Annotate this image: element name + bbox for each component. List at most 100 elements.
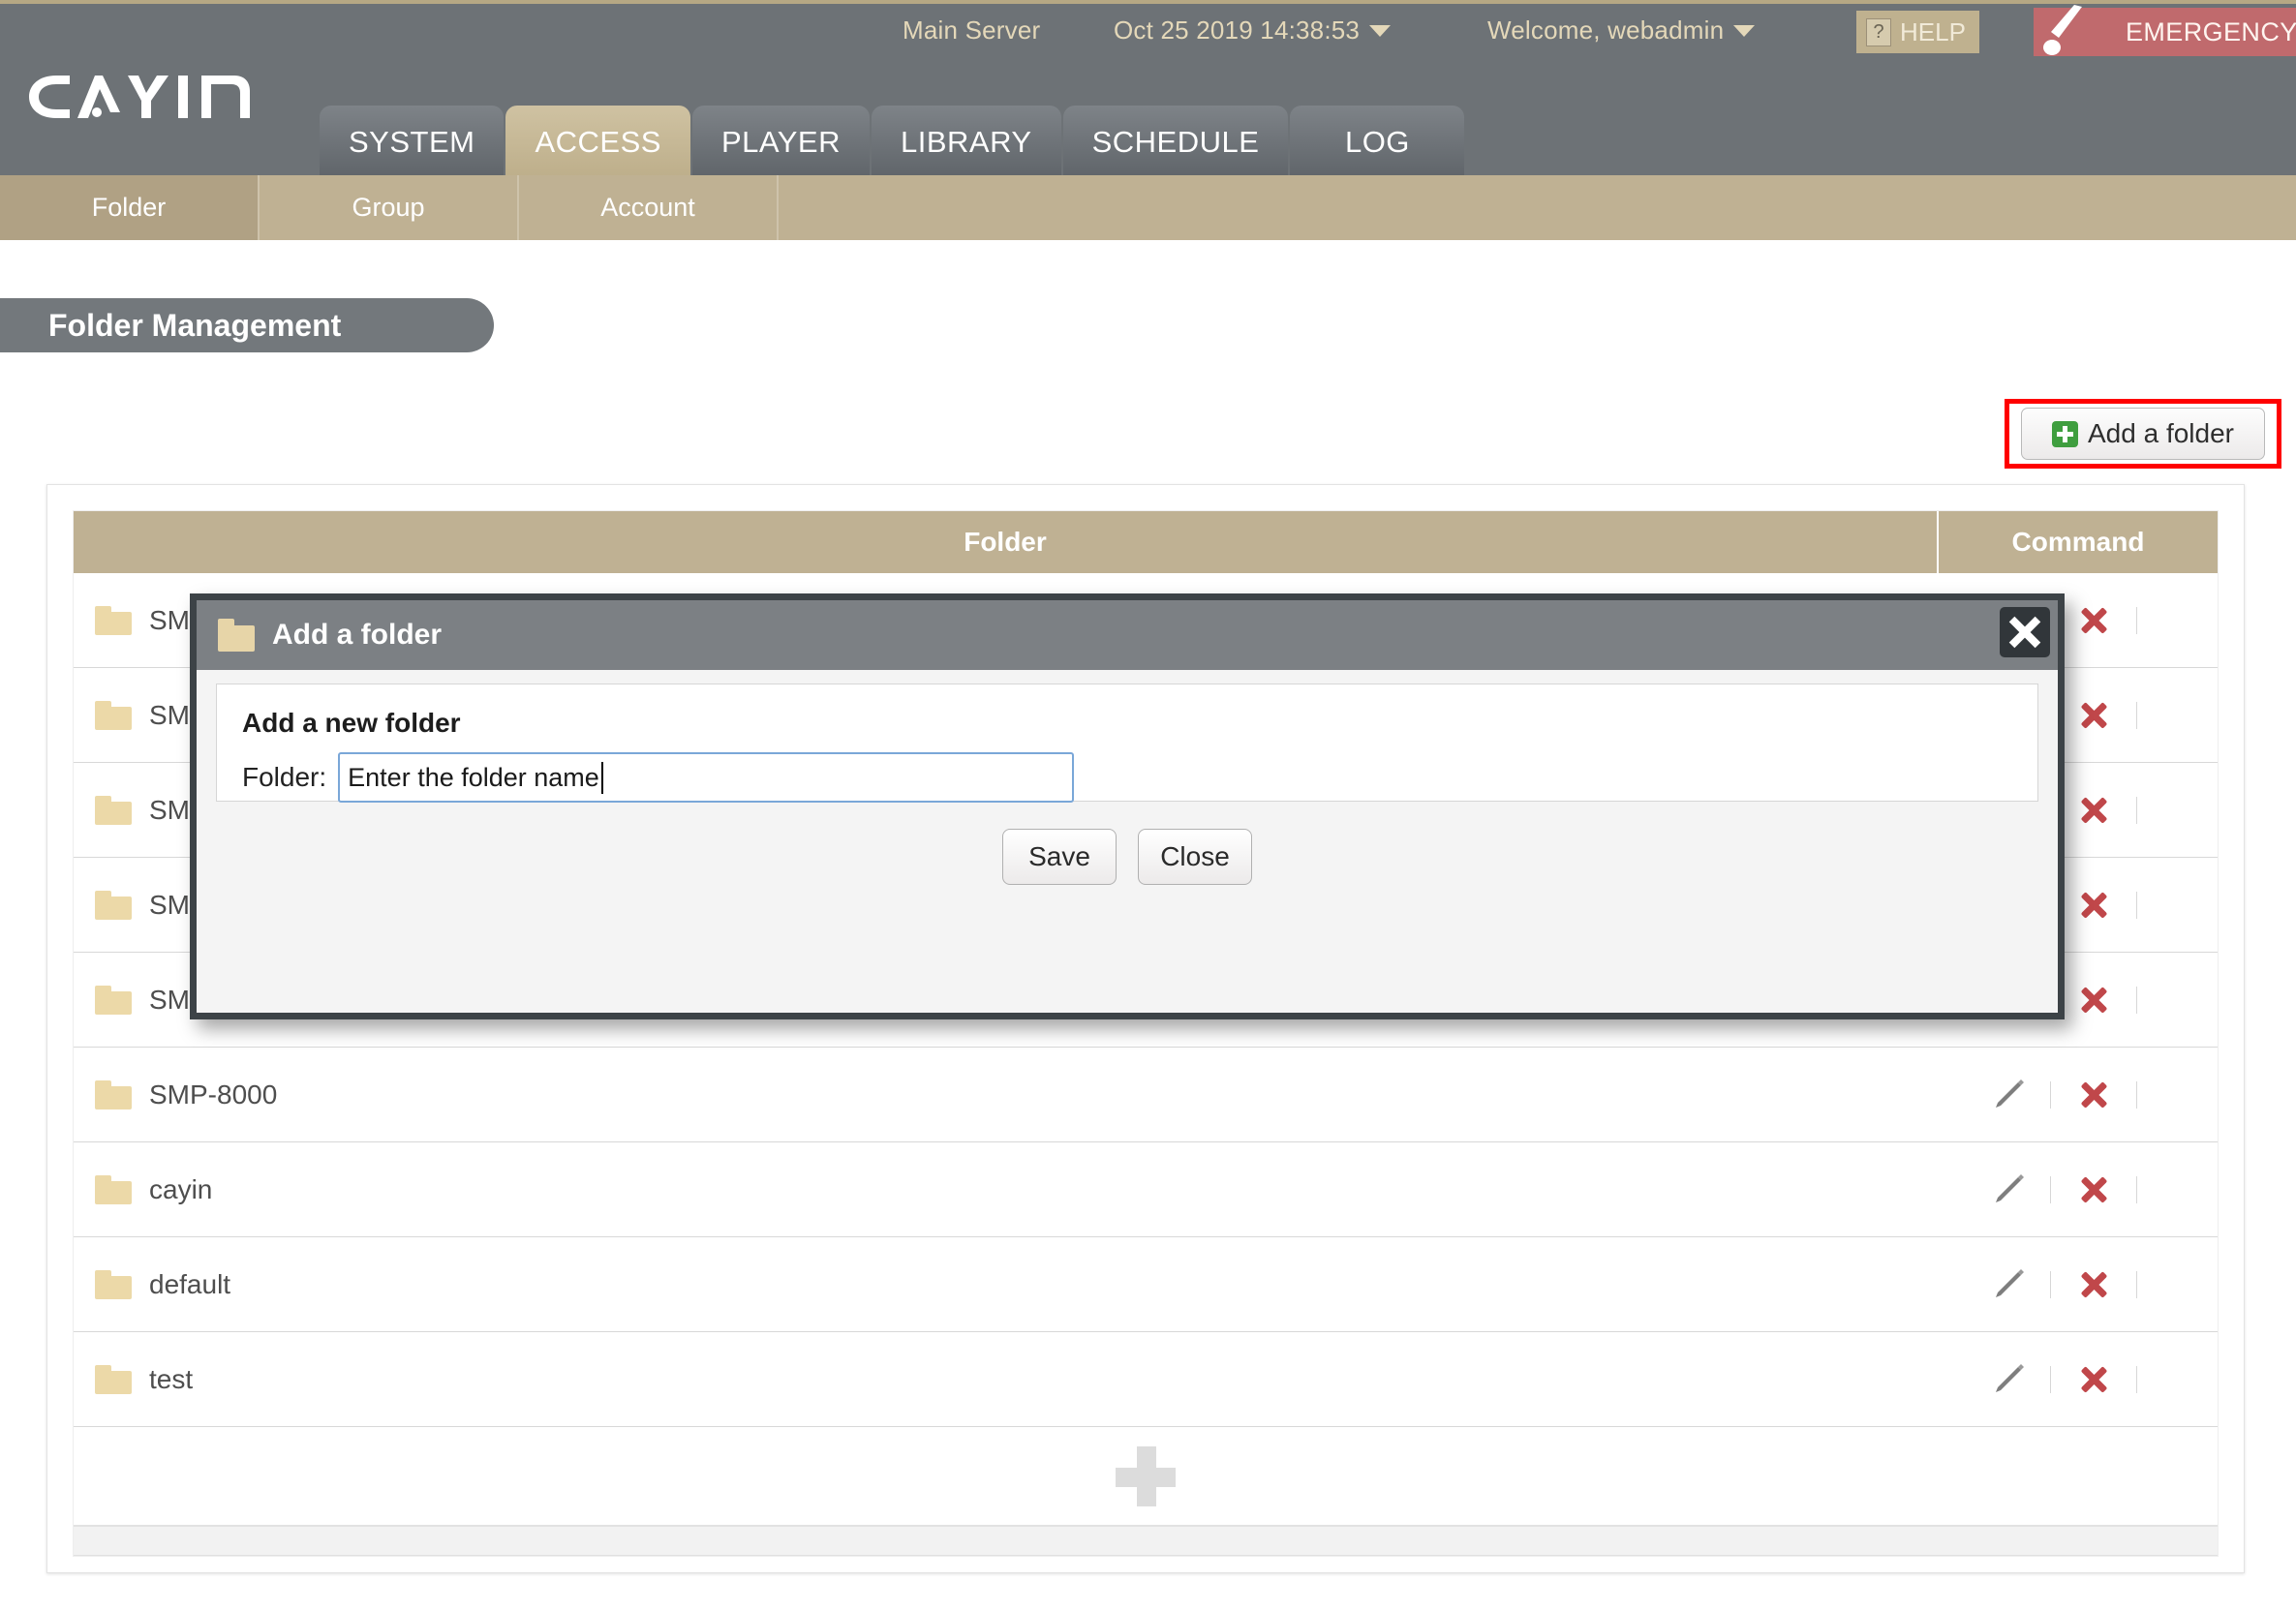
sub-navigation-tabs: Folder Group Account [0,175,2296,240]
tab-system[interactable]: SYSTEM [320,106,505,179]
divider [2136,1080,2137,1109]
page-title: Folder Management [0,298,494,352]
close-x-icon[interactable] [2000,607,2050,657]
folder-icon [95,1364,132,1394]
datetime-menu[interactable]: Oct 25 2019 14:38:53 [1114,15,1392,46]
table-row[interactable]: SMP-8000 [74,1048,2218,1142]
table-header-row: Folder Command [74,511,2218,573]
folder-name: SM [149,794,190,825]
add-folder-button[interactable]: Add a folder [2021,408,2265,460]
divider [2136,1365,2137,1393]
folder-icon [95,1174,132,1204]
command-cell [1937,1332,2218,1426]
command-cell [1937,1048,2218,1141]
folder-name: SM [149,699,190,730]
folder-field-label: Folder: [242,762,327,792]
folder-icon [95,1269,132,1299]
datetime-label: Oct 25 2019 14:38:53 [1114,15,1361,45]
column-header-command: Command [1937,511,2218,573]
add-folder-dialog: Add a folder Add a new folder Folder: Sa… [190,593,2065,1019]
utility-row: Main Server Oct 25 2019 14:38:53 Welcome… [0,5,2296,56]
folder-name: SM [149,604,190,635]
emergency-label: EMERGENCY [2126,17,2296,46]
add-folder-label: Add a folder [2088,418,2234,448]
column-header-folder: Folder [964,527,1047,557]
x-delete-icon[interactable] [2076,1267,2111,1302]
x-delete-icon[interactable] [2076,603,2111,638]
table-row[interactable]: default [74,1237,2218,1332]
x-delete-icon[interactable] [2076,1078,2111,1112]
folder-name: SM [149,889,190,920]
folder-name-cell: cayin [74,1142,1937,1236]
divider [2136,891,2137,919]
cayin-logo [27,70,269,124]
subtab-group[interactable]: Group [260,175,519,240]
form-heading: Add a new folder [242,708,461,738]
folder-name: SMP-8000 [149,1079,278,1109]
form-row: Folder: [242,752,2012,803]
x-delete-icon[interactable] [2076,888,2111,923]
x-delete-icon[interactable] [2076,1362,2111,1397]
folder-input-wrapper [338,752,1075,803]
table-row[interactable]: cayin [74,1142,2218,1237]
divider [2136,986,2137,1014]
tab-access[interactable]: ACCESS [505,106,690,179]
table-row[interactable]: test [74,1332,2218,1427]
tab-library[interactable]: LIBRARY [872,106,1061,179]
plus-icon [2052,420,2078,447]
x-delete-icon[interactable] [2076,1172,2111,1207]
folder-icon [95,985,132,1015]
save-button[interactable]: Save [1002,829,1117,885]
help-button[interactable]: ? HELP [1856,11,1979,53]
folder-name: default [149,1268,231,1299]
close-button[interactable]: Close [1138,829,1252,885]
subtab-account[interactable]: Account [519,175,779,240]
server-name-label: Main Server [903,15,1041,45]
tab-log[interactable]: LOG [1290,106,1465,179]
pencil-icon[interactable] [1992,1363,2025,1396]
dialog-title-bar: Add a folder [197,600,2058,670]
emergency-button[interactable]: EMERGENCY [2034,5,2296,56]
pencil-icon[interactable] [1992,1173,2025,1206]
tab-player[interactable]: PLAYER [691,106,870,179]
folder-icon [95,605,132,635]
tab-schedule[interactable]: SCHEDULE [1062,106,1289,179]
divider [2136,1270,2137,1298]
chevron-down-icon [1369,24,1392,37]
x-delete-icon[interactable] [2076,983,2111,1018]
user-menu[interactable]: Welcome, webadmin [1487,15,1756,46]
subtab-folder[interactable]: Folder [0,175,260,240]
chevron-down-icon [1733,24,1756,37]
folder-name: cayin [149,1173,213,1204]
folder-icon [95,1079,132,1109]
folder-name-cell: test [74,1332,1937,1426]
folder-name-cell: SMP-8000 [74,1048,1937,1141]
folder-icon [95,795,132,825]
folder-name-input[interactable] [338,752,1075,803]
plus-icon [1116,1445,1176,1506]
form-container: Add a new folder Folder: [216,684,2038,803]
x-delete-icon[interactable] [2076,793,2111,828]
divider [2136,1175,2137,1203]
divider [2050,1365,2051,1393]
folder-name: test [149,1363,194,1394]
exclamation-icon [2043,5,2082,55]
x-delete-icon[interactable] [2076,698,2111,733]
folder-name-cell: default [74,1237,1937,1331]
divider [2136,701,2137,729]
add-folder-highlight-box: Add a folder [2005,399,2281,469]
main-navigation-tabs: SYSTEM ACCESS PLAYER LIBRARY SCHEDULE LO… [320,106,1466,179]
top-header-bar: Main Server Oct 25 2019 14:38:53 Welcome… [0,0,2296,190]
welcome-label: Welcome, webadmin [1487,15,1725,45]
divider [2050,1175,2051,1203]
command-cell [1937,1142,2218,1236]
pencil-icon[interactable] [1992,1268,2025,1301]
question-mark-icon: ? [1866,17,1891,46]
add-row-button[interactable] [74,1427,2218,1527]
dialog-title: Add a folder [272,619,443,651]
divider [2136,796,2137,824]
text-cursor [601,762,604,794]
panel-footer [74,1527,2218,1556]
pencil-icon[interactable] [1992,1079,2025,1111]
folder-icon [95,890,132,920]
